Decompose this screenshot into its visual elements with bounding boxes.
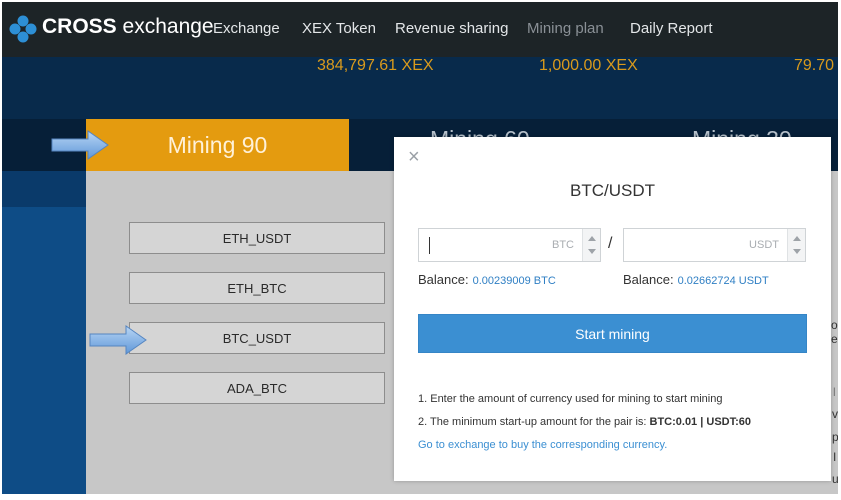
pair-button-btc-usdt[interactable]: BTC_USDT [129, 322, 385, 354]
balance-value: 0.00239009 BTC [472, 275, 556, 287]
cross-logo-icon[interactable] [8, 14, 38, 44]
nav-revenue-sharing[interactable]: Revenue sharing [395, 20, 508, 37]
usdt-amount-input[interactable]: USDT [623, 228, 806, 262]
pair-button-eth-btc[interactable]: ETH_BTC [129, 272, 385, 304]
edge-text-fragment: l [833, 385, 836, 399]
usdt-balance: Balance: 0.02662724 USDT [623, 272, 769, 287]
spin-down-icon[interactable] [793, 249, 801, 254]
nav-daily-report[interactable]: Daily Report [630, 20, 713, 37]
balance-value: 0.02662724 USDT [677, 275, 769, 287]
nav-xex-token[interactable]: XEX Token [302, 20, 376, 37]
modal-title: BTC/USDT [570, 181, 655, 200]
exchange-link[interactable]: Go to exchange to buy the corresponding … [418, 439, 667, 451]
button-label: Start mining [575, 325, 650, 342]
tab-label: Mining 90 [167, 131, 268, 158]
edge-text-fragment: v [832, 407, 838, 421]
usdt-amount-stepper[interactable] [787, 229, 805, 261]
left-sidebar-strip [2, 207, 86, 494]
stat-value: 1,000.00 XEX [539, 57, 638, 74]
btc-amount-stepper[interactable] [582, 229, 600, 261]
pointer-arrow-icon [51, 130, 109, 160]
close-icon[interactable]: × [408, 147, 420, 167]
pair-label: ETH_BTC [227, 280, 287, 296]
brand-name-rest: exchange [122, 15, 214, 38]
minimum-amounts: BTC:0.01 | USDT:60 [649, 416, 752, 428]
edge-text-fragment: es [831, 332, 838, 346]
pair-label: ADA_BTC [227, 380, 287, 396]
note-text: 2. The minimum start-up amount for the p… [418, 416, 650, 428]
balance-label: Balance: [418, 272, 469, 287]
brand-name[interactable]: CROSS exchange [42, 15, 214, 39]
balance-label: Balance: [623, 272, 674, 287]
start-mining-button[interactable]: Start mining [418, 314, 807, 353]
pair-label: BTC_USDT [222, 330, 292, 346]
brand-name-bold: CROSS [42, 15, 117, 38]
pair-label: ETH_USDT [222, 230, 292, 246]
edge-text-fragment: o [831, 318, 838, 332]
pair-separator: / [608, 235, 613, 252]
input-unit: BTC [552, 239, 574, 251]
pointer-arrow-icon [89, 325, 147, 355]
instruction-note: 2. The minimum start-up amount for the p… [418, 416, 751, 428]
pair-button-eth-usdt[interactable]: ETH_USDT [129, 222, 385, 254]
spin-down-icon[interactable] [588, 249, 596, 254]
input-unit: USDT [749, 239, 779, 251]
left-sidebar-bg [2, 171, 86, 494]
stats-strip: 384,797.61 XEX 1,000.00 XEX 79.70 [2, 57, 838, 119]
btc-amount-input[interactable]: BTC [418, 228, 601, 262]
pair-button-ada-btc[interactable]: ADA_BTC [129, 372, 385, 404]
top-navigation: CROSS exchange Exchange XEX Token Revenu… [2, 2, 838, 57]
spin-up-icon[interactable] [588, 236, 596, 241]
stat-value: 79.70 [794, 57, 835, 74]
edge-text-fragment: u [832, 472, 838, 486]
nav-exchange[interactable]: Exchange [213, 20, 280, 37]
tab-mining-90[interactable]: Mining 90 [86, 119, 349, 171]
edge-text-fragment: p [832, 430, 838, 444]
mining-modal: × BTC/USDT BTC / USDT Balance: 0.00239009… [394, 137, 831, 481]
stat-value: 384,797.61 XEX [317, 57, 434, 74]
nav-mining-plan[interactable]: Mining plan [527, 20, 604, 37]
btc-balance: Balance: 0.00239009 BTC [418, 272, 556, 287]
spin-up-icon[interactable] [793, 236, 801, 241]
text-cursor [429, 237, 430, 254]
edge-text-fragment: I [833, 450, 837, 464]
instruction-note: 1. Enter the amount of currency used for… [418, 393, 723, 405]
